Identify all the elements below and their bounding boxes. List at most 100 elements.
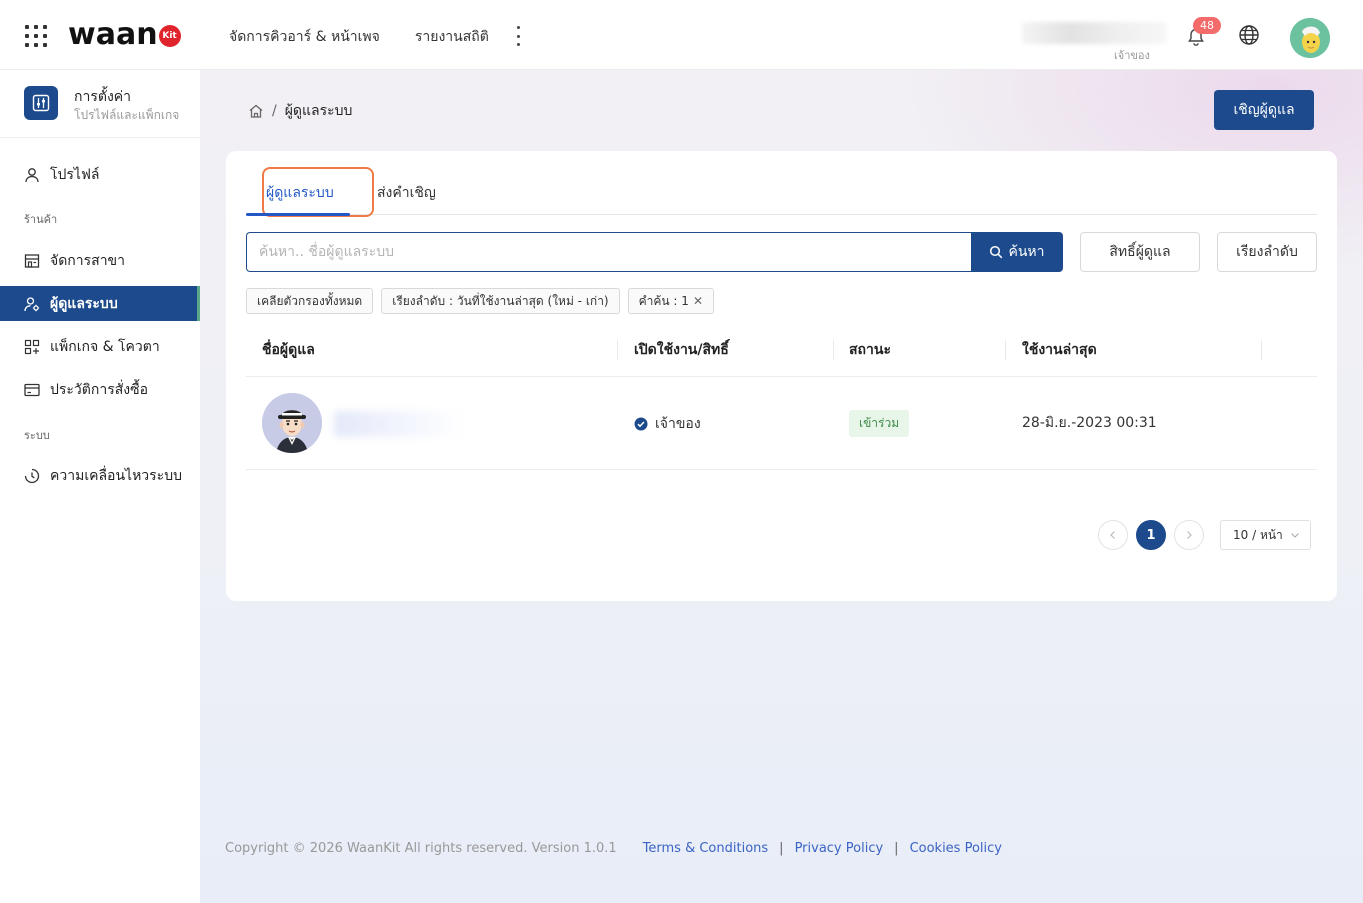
- user-icon: [25, 167, 39, 182]
- tab-admins[interactable]: ผู้ดูแลระบบ: [262, 167, 374, 217]
- footer-separator: |: [894, 841, 899, 856]
- page-button-current[interactable]: 1: [1136, 520, 1166, 550]
- filter-chips: เคลียตัวกรองทั้งหมด เรียงลำดับ : วันที่ใ…: [246, 288, 714, 314]
- user-settings-icon: [24, 296, 40, 311]
- tab-invitations[interactable]: ส่งคำเชิญ: [377, 175, 436, 215]
- admin-avatar: [262, 393, 322, 453]
- settings-sliders-icon: [24, 86, 58, 120]
- column-divider: [1005, 340, 1006, 360]
- next-page-button[interactable]: [1174, 520, 1204, 550]
- chip-label: เรียงลำดับ : วันที่ใช้งานล่าสุด (ใหม่ - …: [392, 294, 609, 308]
- logo-badge: Kit: [158, 25, 181, 47]
- tab-label: ส่งคำเชิญ: [377, 185, 436, 201]
- column-header-status: สถานะ: [849, 342, 891, 358]
- sidebar-item-label: แพ็กเกจ & โควตา: [50, 338, 160, 355]
- search-input[interactable]: [246, 232, 971, 272]
- settings-header[interactable]: การตั้งค่า โปรไฟล์และแพ็กเกจ: [24, 86, 179, 122]
- sidebar-item-label: จัดการสาขา: [50, 252, 125, 269]
- status-badge: เข้าร่วม: [849, 410, 910, 437]
- sidebar-item-label: ประวัติการสั่งซื้อ: [50, 381, 149, 398]
- admins-table: ชื่อผู้ดูแล เปิดใช้งาน/สิทธิ์ สถานะ ใช้ง…: [246, 323, 1317, 470]
- sidebar-item-packages[interactable]: แพ็กเกจ & โควตา: [0, 329, 200, 364]
- sidebar-item-orders[interactable]: ประวัติการสั่งซื้อ: [0, 372, 200, 407]
- globe-icon[interactable]: [1238, 24, 1260, 46]
- close-icon[interactable]: ✕: [693, 289, 703, 313]
- logo[interactable]: waan Kit: [68, 18, 181, 52]
- sidebar-item-activity[interactable]: ความเคลื่อนไหวระบบ: [0, 458, 200, 493]
- pagination: 1 10 / หน้า: [1098, 520, 1311, 550]
- page-size-select[interactable]: 10 / หน้า: [1220, 520, 1311, 550]
- footer-separator: |: [779, 841, 784, 856]
- sidebar: การตั้งค่า โปรไฟล์และแพ็กเกจ โปรไฟล์ ร้า…: [0, 70, 200, 903]
- admins-card: ผู้ดูแลระบบ ส่งคำเชิญ ค้นหา สิทธิ์ผู้ดูแ…: [226, 151, 1337, 601]
- sidebar-item-label: โปรไฟล์: [50, 166, 100, 183]
- table-header: ชื่อผู้ดูแล เปิดใช้งาน/สิทธิ์ สถานะ ใช้ง…: [246, 323, 1317, 377]
- chip-label: คำค้น : 1: [638, 294, 689, 308]
- top-bar: waan Kit จัดการคิวอาร์ & หน้าเพจ รายงานส…: [0, 0, 1363, 70]
- search-bar: ค้นหา: [246, 232, 1063, 272]
- logo-text: waan: [68, 17, 158, 52]
- keyword-filter-chip[interactable]: คำค้น : 1 ✕: [627, 288, 714, 314]
- sidebar-section-shop: ร้านค้า: [24, 213, 58, 226]
- apps-grid-icon[interactable]: [25, 25, 47, 47]
- nav-statistics[interactable]: รายงานสถิติ: [415, 26, 489, 48]
- avatar-image: [262, 393, 322, 453]
- chip-label: เคลียตัวกรองทั้งหมด: [257, 294, 363, 308]
- check-circle-icon: [634, 417, 648, 430]
- sort-filter-chip[interactable]: เรียงลำดับ : วันที่ใช้งานล่าสุด (ใหม่ - …: [381, 288, 620, 314]
- search-button[interactable]: ค้นหา: [971, 232, 1063, 272]
- breadcrumb-current: ผู้ดูแลระบบ: [284, 103, 353, 119]
- prev-page-button[interactable]: [1098, 520, 1128, 550]
- sidebar-item-admins[interactable]: ผู้ดูแลระบบ: [0, 286, 200, 321]
- credit-card-icon: [24, 383, 40, 396]
- invite-admin-button[interactable]: เชิญผู้ดูแล: [1214, 90, 1314, 130]
- sidebar-item-profile[interactable]: โปรไฟล์: [0, 157, 200, 192]
- copyright-text: Copyright © 2026 WaanKit All rights rese…: [225, 841, 617, 856]
- chevron-down-icon: [1291, 533, 1299, 538]
- role-cell: เจ้าของ: [634, 377, 701, 470]
- column-divider: [617, 340, 618, 360]
- tab-highlight-box: [262, 167, 374, 217]
- sidebar-section-system: ระบบ: [24, 429, 50, 442]
- sidebar-item-branches[interactable]: จัดการสาขา: [0, 243, 200, 278]
- footer: Copyright © 2026 WaanKit All rights rese…: [225, 841, 1002, 856]
- table-row[interactable]: เจ้าของ เข้าร่วม 28-มิ.ย.-2023 00:31: [246, 377, 1317, 470]
- last-used-value: 28-มิ.ย.-2023 00:31: [1022, 415, 1157, 431]
- home-icon[interactable]: [248, 103, 264, 119]
- settings-title: การตั้งค่า: [74, 89, 132, 105]
- column-header-permission: เปิดใช้งาน/สิทธิ์: [634, 342, 729, 358]
- store-icon: [24, 253, 40, 268]
- column-header-name: ชื่อผู้ดูแล: [262, 342, 315, 358]
- history-clock-icon: [24, 468, 40, 483]
- breadcrumb: / ผู้ดูแลระบบ: [248, 100, 352, 122]
- sidebar-divider: [0, 137, 200, 138]
- sort-button[interactable]: เรียงลำดับ: [1217, 232, 1317, 272]
- user-name-blurred[interactable]: [1022, 22, 1167, 44]
- user-avatar[interactable]: [1290, 18, 1330, 58]
- grid-blocks-icon: [24, 339, 40, 354]
- breadcrumb-separator: /: [272, 103, 277, 119]
- tabs: ผู้ดูแลระบบ ส่งคำเชิญ: [246, 167, 1317, 217]
- column-divider: [833, 340, 834, 360]
- column-divider: [1261, 340, 1262, 360]
- more-menu-icon[interactable]: [514, 26, 522, 46]
- terms-link[interactable]: Terms & Conditions: [643, 841, 769, 856]
- clear-filters-chip[interactable]: เคลียตัวกรองทั้งหมด: [246, 288, 374, 314]
- avatar-image: [1290, 18, 1330, 58]
- user-role: เจ้าของ: [1114, 49, 1150, 62]
- top-nav: จัดการคิวอาร์ & หน้าเพจ รายงานสถิติ: [229, 26, 489, 48]
- admin-name-blurred: [334, 411, 464, 437]
- cookies-link[interactable]: Cookies Policy: [910, 841, 1002, 856]
- notification-badge: 48: [1193, 17, 1221, 34]
- settings-subtitle: โปรไฟล์และแพ็กเกจ: [74, 108, 180, 122]
- admin-permissions-button[interactable]: สิทธิ์ผู้ดูแล: [1080, 232, 1200, 272]
- tab-active-indicator: [246, 213, 350, 216]
- sidebar-item-label: ผู้ดูแลระบบ: [50, 295, 118, 312]
- page-size-value: 10 / หน้า: [1233, 527, 1283, 542]
- nav-qr-pages[interactable]: จัดการคิวอาร์ & หน้าเพจ: [229, 26, 380, 48]
- chevron-right-icon: [1187, 531, 1192, 539]
- search-button-label: ค้นหา: [1008, 244, 1045, 260]
- search-icon: [990, 245, 1003, 259]
- sidebar-item-label: ความเคลื่อนไหวระบบ: [50, 467, 182, 484]
- privacy-link[interactable]: Privacy Policy: [795, 841, 884, 856]
